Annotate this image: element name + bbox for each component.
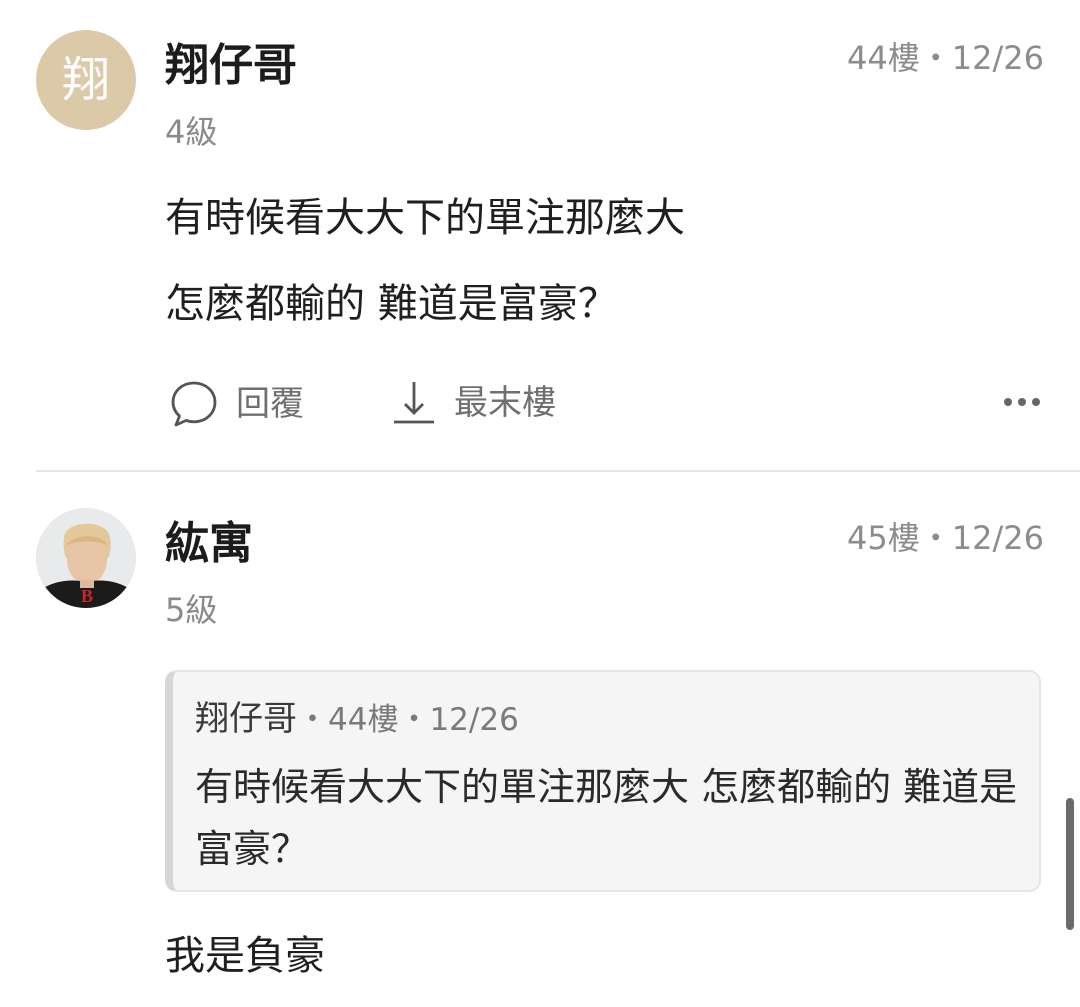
comment-44: 翔 翔仔哥 4級 44樓・12/26 有時候看大大下的單注那麼大 怎麼都輸的 難… — [0, 0, 1080, 470]
separator: ・ — [398, 702, 430, 738]
reply-button[interactable]: 回覆 — [170, 380, 304, 428]
quote-author: 翔仔哥 — [195, 699, 297, 739]
floor-date: 44樓・12/26 — [847, 38, 1044, 78]
quote-date: 12/26 — [429, 702, 519, 738]
author-name[interactable]: 翔仔哥 — [165, 38, 297, 94]
separator: ・ — [919, 39, 952, 77]
separator: ・ — [919, 519, 952, 557]
last-floor-label: 最末樓 — [454, 383, 556, 423]
quote-text: 有時候看大大下的單注那麼大 怎麼都輸的 難道是富豪？ — [195, 765, 1018, 871]
avatar-photo: B — [36, 508, 136, 608]
quote-block[interactable]: 翔仔哥・44樓・12/26 有時候看大大下的單注那麼大 怎麼都輸的 難道是富豪？ — [165, 670, 1041, 892]
avatar[interactable]: 翔 — [36, 30, 136, 130]
last-floor-button[interactable]: 最末樓 — [392, 380, 556, 426]
avatar-letter: 翔 — [61, 52, 110, 108]
author-level: 4級 — [165, 113, 218, 151]
more-dots-icon — [1004, 398, 1040, 406]
comment-text-line: 怎麼都輸的 難道是富豪？ — [165, 281, 618, 327]
separator: ・ — [297, 702, 328, 738]
post-date: 12/26 — [951, 39, 1044, 77]
comment-45: B 紘寓 5級 45樓・12/26 翔仔哥・44樓・12/26 有時候看大大下的… — [0, 472, 1080, 1007]
reply-label: 回覆 — [236, 384, 304, 424]
more-button[interactable] — [1000, 380, 1044, 424]
speech-bubble-icon — [171, 381, 217, 427]
avatar[interactable]: B — [36, 508, 136, 608]
quote-floor: 44樓 — [328, 702, 399, 738]
author-name[interactable]: 紘寓 — [165, 516, 253, 572]
svg-text:B: B — [81, 586, 93, 606]
floor-date: 45樓・12/26 — [847, 518, 1044, 558]
arrow-down-icon — [394, 382, 434, 424]
floor-number: 44樓 — [847, 39, 920, 77]
quote-header: 翔仔哥・44樓・12/26 — [195, 698, 519, 741]
comment-text-line: 有時候看大大下的單注那麼大 — [165, 195, 685, 241]
comment-text-line: 我是負豪 — [165, 933, 325, 979]
post-date: 12/26 — [951, 519, 1044, 557]
scrollbar[interactable] — [1066, 798, 1074, 930]
floor-number: 45樓 — [847, 519, 920, 557]
author-level: 5級 — [165, 591, 218, 629]
